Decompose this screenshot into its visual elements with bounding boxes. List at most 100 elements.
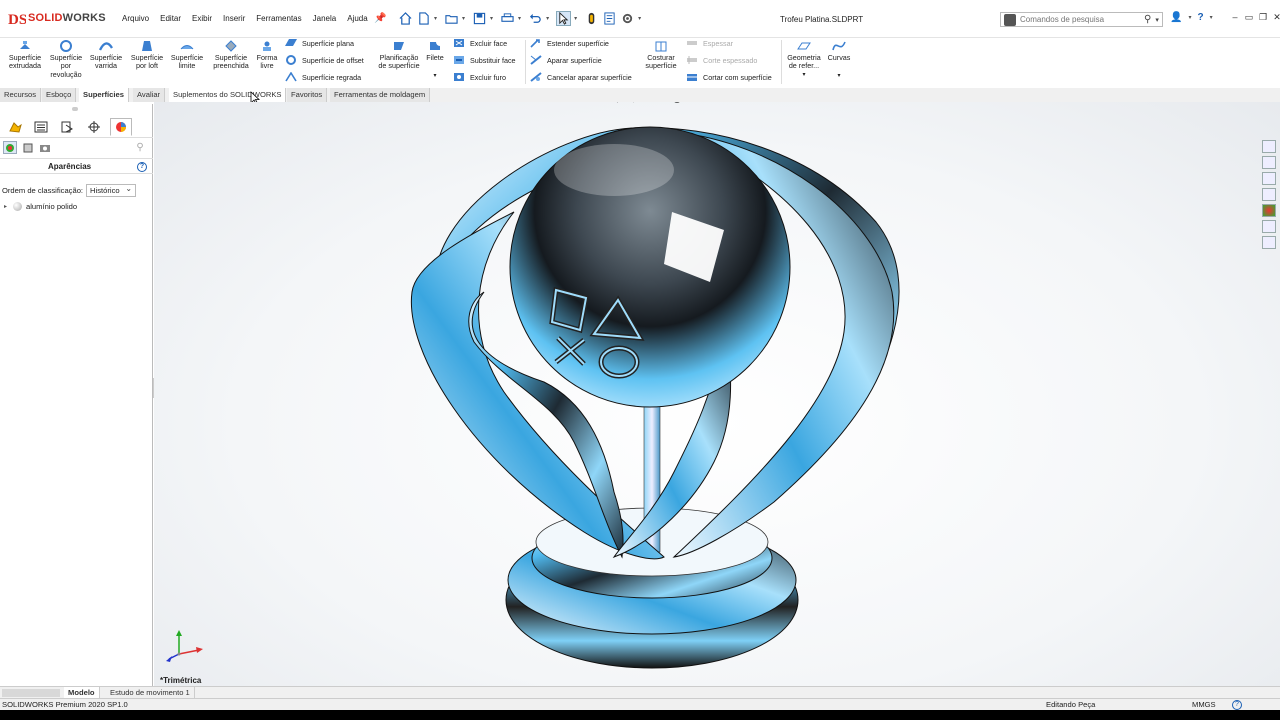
tab-avaliar[interactable]: Avaliar bbox=[133, 88, 166, 102]
dimxpert-tab-icon[interactable] bbox=[83, 118, 105, 136]
fillet-button[interactable]: Filete ▾ bbox=[424, 40, 446, 81]
view-settings-icon[interactable] bbox=[750, 102, 763, 103]
tab-superficies[interactable]: Superfícies bbox=[79, 88, 129, 102]
zoom-to-area-icon[interactable] bbox=[622, 102, 635, 103]
tab-recursos[interactable]: Recursos bbox=[0, 88, 42, 102]
undo-dropdown-icon[interactable]: ▾ bbox=[546, 15, 549, 22]
replace-face-button[interactable]: Substituir face bbox=[453, 55, 516, 65]
menu-item-exibir[interactable]: Exibir bbox=[192, 14, 212, 23]
scene-lights-cameras-icon[interactable] bbox=[38, 141, 52, 154]
design-library-icon[interactable] bbox=[1262, 156, 1276, 169]
solidworks-forum-icon[interactable] bbox=[1262, 236, 1276, 249]
options-gear-icon[interactable] bbox=[620, 11, 635, 26]
graphics-viewport[interactable]: ▯ ▭ – ❐ ✕ bbox=[154, 102, 1280, 686]
open-folder-icon[interactable] bbox=[444, 11, 459, 26]
panel-grip[interactable] bbox=[72, 107, 78, 111]
new-document-icon[interactable] bbox=[416, 11, 431, 26]
view-palette-icon[interactable] bbox=[1262, 188, 1276, 201]
user-icon[interactable]: 👤 bbox=[1170, 12, 1182, 23]
delete-hole-button[interactable]: Excluir furo bbox=[453, 72, 506, 82]
previous-view-icon[interactable] bbox=[638, 102, 651, 103]
section-view-icon[interactable] bbox=[654, 102, 667, 103]
viewport-restore-icon[interactable]: ❐ bbox=[1248, 102, 1255, 103]
menu-item-inserir[interactable]: Inserir bbox=[223, 14, 245, 23]
planar-surface-button[interactable]: Superfície plana bbox=[285, 38, 354, 48]
new-dropdown-icon[interactable]: ▾ bbox=[434, 15, 437, 22]
apply-scene-icon[interactable] bbox=[734, 102, 747, 103]
tile-windows-icon[interactable]: ▭ bbox=[1244, 12, 1254, 22]
viewport-split-icon[interactable]: ▭ bbox=[1220, 102, 1228, 103]
options-dropdown-icon[interactable]: ▾ bbox=[638, 15, 641, 22]
user-dropdown-icon[interactable]: ▾ bbox=[1188, 14, 1191, 21]
file-explorer-icon[interactable] bbox=[1262, 172, 1276, 185]
curves-dropdown-icon[interactable]: ▾ bbox=[826, 72, 852, 80]
close-icon[interactable]: ✕ bbox=[1272, 12, 1280, 22]
viewport-close-icon[interactable]: ✕ bbox=[1263, 102, 1270, 103]
solidworks-logo[interactable]: DS SOLIDWORKS bbox=[8, 9, 106, 28]
hide-show-items-icon[interactable] bbox=[702, 102, 715, 103]
offset-surface-button[interactable]: Superfície de offset bbox=[285, 55, 364, 65]
edit-appearance-icon[interactable] bbox=[718, 102, 731, 103]
appearances-scenes-icon[interactable] bbox=[1262, 204, 1276, 217]
save-icon[interactable] bbox=[472, 11, 487, 26]
search-dropdown-icon[interactable]: ▾ bbox=[1155, 16, 1159, 24]
undo-icon[interactable] bbox=[528, 11, 543, 26]
select-cursor-icon[interactable] bbox=[556, 11, 572, 26]
property-manager-tab-icon[interactable] bbox=[30, 118, 52, 136]
search-icon[interactable]: ⚲ bbox=[1144, 14, 1151, 25]
ruled-surface-button[interactable]: Superfície regrada bbox=[285, 71, 361, 82]
extend-surface-button[interactable]: Estender superfície bbox=[530, 38, 609, 48]
restore-icon[interactable]: ❐ bbox=[1258, 12, 1268, 22]
display-style-icon[interactable] bbox=[686, 102, 699, 103]
viewport-tile-icon[interactable]: ▯ bbox=[1208, 102, 1212, 103]
rebuild-icon[interactable] bbox=[584, 11, 599, 26]
print-icon[interactable] bbox=[500, 11, 515, 26]
panel-search-icon[interactable]: ⚲ bbox=[133, 141, 147, 154]
custom-properties-icon[interactable] bbox=[1262, 220, 1276, 233]
boundary-surface-button[interactable]: Superfície limite bbox=[168, 40, 206, 71]
freeform-button[interactable]: Forma livre bbox=[254, 40, 280, 71]
expand-arrow-icon[interactable]: ▸ bbox=[4, 203, 7, 210]
appearance-tree-item[interactable]: ▸ alumínio polido bbox=[4, 202, 77, 211]
tab-ferramentas-moldagem[interactable]: Ferramentas de moldagem bbox=[330, 88, 431, 102]
open-dropdown-icon[interactable]: ▾ bbox=[462, 15, 465, 22]
tab-esboco[interactable]: Esboço bbox=[42, 88, 77, 102]
swept-surface-button[interactable]: Superfície varrida bbox=[88, 40, 124, 71]
fillet-dropdown-icon[interactable]: ▾ bbox=[424, 72, 446, 80]
thicken-cut-button[interactable]: Corte espessado bbox=[686, 55, 757, 65]
minimize-icon[interactable]: – bbox=[1230, 12, 1240, 22]
thicken-button[interactable]: Espessar bbox=[686, 38, 733, 48]
menu-item-ajuda[interactable]: Ajuda bbox=[347, 14, 367, 23]
loft-surface-button[interactable]: Superfície por loft bbox=[128, 40, 166, 71]
untrim-surface-button[interactable]: Cancelar aparar superfície bbox=[530, 72, 632, 82]
solidworks-resources-icon[interactable] bbox=[1262, 140, 1276, 153]
menu-item-arquivo[interactable]: Arquivo bbox=[122, 14, 149, 23]
delete-face-button[interactable]: Excluir face bbox=[453, 38, 507, 48]
menu-item-ferramentas[interactable]: Ferramentas bbox=[256, 14, 301, 23]
reference-geometry-button[interactable]: Geometria de refer... ▾ bbox=[785, 40, 823, 79]
trim-surface-button[interactable]: Aparar superfície bbox=[530, 55, 602, 65]
configuration-manager-tab-icon[interactable] bbox=[56, 118, 78, 136]
flatten-surface-button[interactable]: Planificação de superfície bbox=[377, 40, 421, 71]
tab-suplementos[interactable]: Suplementos do SOLIDWORKS bbox=[169, 88, 287, 102]
extruded-surface-button[interactable]: Superfície extrudada bbox=[5, 40, 45, 71]
tab-favoritos[interactable]: Favoritos bbox=[287, 88, 328, 102]
search-input[interactable] bbox=[1020, 15, 1144, 24]
home-icon[interactable] bbox=[398, 11, 413, 26]
save-dropdown-icon[interactable]: ▾ bbox=[490, 15, 493, 22]
filled-surface-button[interactable]: Superfície preenchida bbox=[209, 40, 253, 71]
appearances-view-icon[interactable] bbox=[3, 141, 17, 154]
zoom-to-fit-icon[interactable] bbox=[606, 102, 619, 103]
knit-surface-button[interactable]: Costurar superfície bbox=[642, 40, 680, 71]
menu-item-janela[interactable]: Janela bbox=[313, 14, 337, 23]
curves-button[interactable]: Curvas ▾ bbox=[826, 40, 852, 81]
search-box[interactable]: ⚲ ▾ bbox=[1000, 12, 1163, 27]
menu-item-editar[interactable]: Editar bbox=[160, 14, 181, 23]
revolved-surface-button[interactable]: Superfície por revolução bbox=[46, 40, 86, 79]
select-dropdown-icon[interactable]: ▾ bbox=[574, 15, 577, 22]
status-help-icon[interactable]: ? bbox=[1232, 700, 1242, 710]
panel-help-icon[interactable]: ? bbox=[137, 162, 147, 172]
viewport-minimize-icon[interactable]: – bbox=[1236, 102, 1240, 103]
tab-scroll-arrows[interactable] bbox=[2, 689, 60, 697]
trophy-model[interactable] bbox=[154, 102, 1280, 686]
